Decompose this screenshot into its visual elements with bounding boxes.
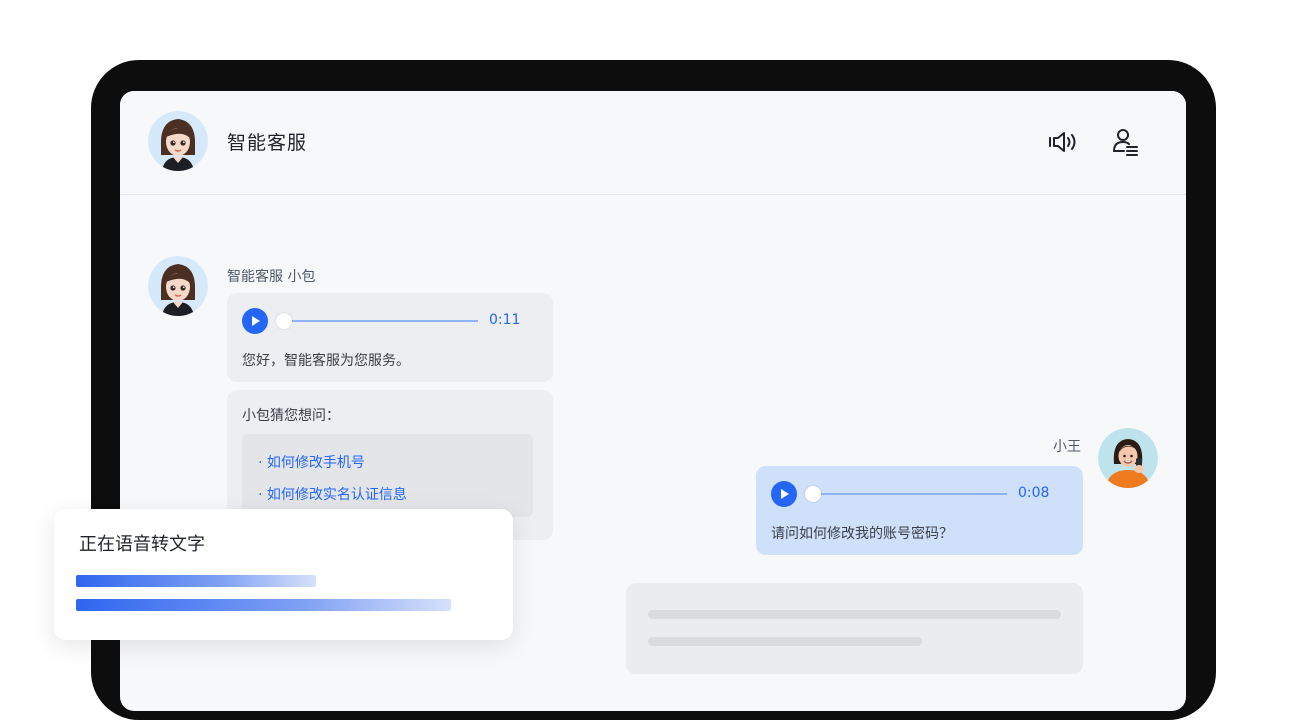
suggestion-list: · 如何修改手机号 · 如何修改实名认证信息 [242, 434, 533, 517]
transcribe-progress-bar [76, 599, 451, 611]
user-voice-bubble: 0:08 请问如何修改我的账号密码？ [756, 466, 1083, 555]
page-title: 智能客服 [227, 132, 308, 154]
user-play-button[interactable] [771, 481, 797, 507]
bot-sender-name: 智能客服 小包 [227, 269, 316, 285]
suggestion-item-change-realname[interactable]: · 如何修改实名认证信息 [258, 484, 407, 504]
transcribe-progress-bar [76, 575, 316, 587]
speaker-icon[interactable] [1046, 125, 1080, 159]
bot-voice-progress-track[interactable] [285, 320, 478, 322]
bot-voice-transcript: 您好，智能客服为您服务。 [242, 353, 410, 369]
loading-placeholder-bubble [626, 583, 1083, 674]
bot-voice-bubble: 0:11 您好，智能客服为您服务。 [227, 293, 553, 382]
user-list-icon[interactable] [1108, 125, 1142, 159]
user-sender-name: 小王 [1053, 439, 1081, 455]
bot-voice-progress-knob[interactable] [276, 313, 292, 329]
user-voice-transcript: 请问如何修改我的账号密码？ [771, 526, 953, 542]
chat-header: 智能客服 [120, 91, 1186, 195]
bot-message-avatar [148, 256, 208, 316]
loading-placeholder-line [648, 637, 922, 646]
user-avatar [1098, 428, 1158, 488]
toast-title: 正在语音转文字 [79, 534, 205, 555]
user-voice-duration: 0:08 [1018, 485, 1050, 501]
user-voice-progress-knob[interactable] [805, 486, 821, 502]
speech-to-text-toast: 正在语音转文字 [54, 509, 513, 640]
user-voice-progress-track[interactable] [814, 493, 1007, 495]
suggestion-item-change-phone[interactable]: · 如何修改手机号 [258, 452, 365, 472]
loading-placeholder-line [648, 610, 1061, 619]
bot-avatar [148, 111, 208, 171]
bot-voice-duration: 0:11 [489, 312, 521, 328]
bot-play-button[interactable] [242, 308, 268, 334]
suggestion-title: 小包猜您想问： [242, 408, 340, 424]
